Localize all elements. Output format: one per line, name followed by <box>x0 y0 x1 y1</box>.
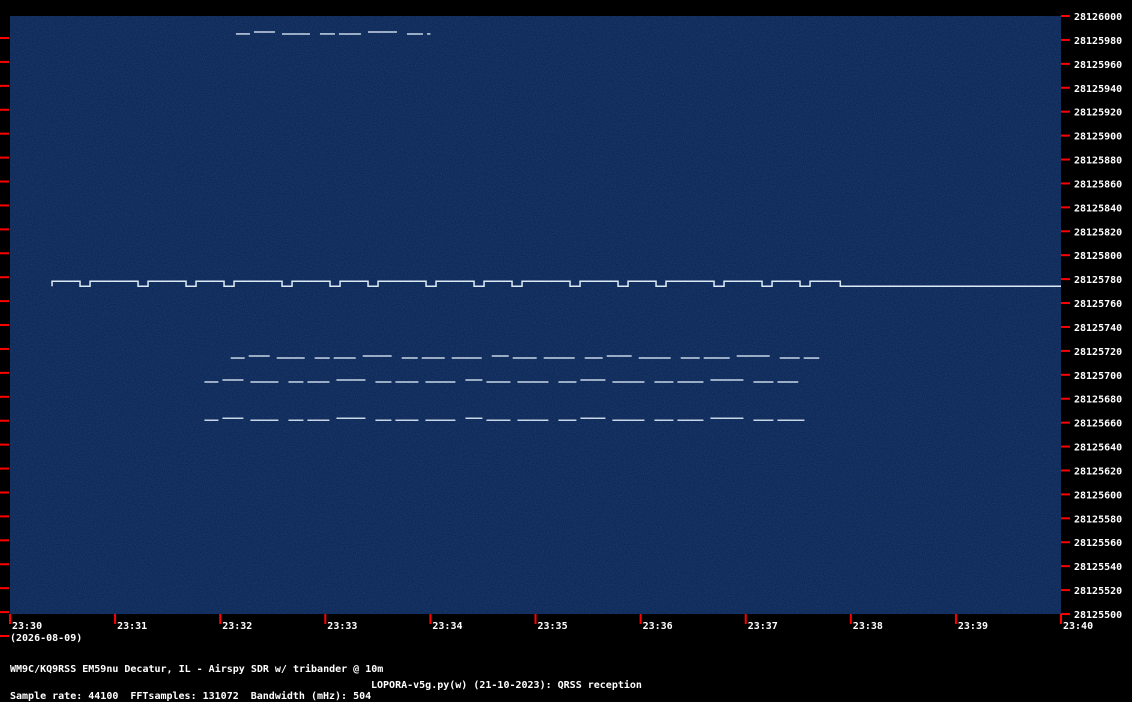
y-tick-label: 28125780 <box>1074 275 1122 286</box>
x-tick-label: 23:37 <box>748 621 778 632</box>
x-tick-label: 23:40 <box>1063 621 1093 632</box>
spectrogram-noise <box>10 16 1061 614</box>
acquisition-info: Sample rate: 44100 FFTsamples: 131072 Band… <box>10 680 383 702</box>
y-tick-label: 28125720 <box>1074 347 1122 358</box>
y-tick-label: 28125860 <box>1074 179 1122 190</box>
x-tick-label: 23:33 <box>327 621 357 632</box>
y-tick-label: 28125700 <box>1074 371 1122 382</box>
y-tick-label: 28125600 <box>1074 490 1122 501</box>
x-tick-label: 23:30 <box>12 621 42 632</box>
y-tick-label: 28125800 <box>1074 251 1122 262</box>
y-tick-label: 28126000 <box>1074 12 1122 23</box>
y-tick-label: 28125820 <box>1074 227 1122 238</box>
y-tick-label: 28125740 <box>1074 323 1122 334</box>
y-tick-label: 28125980 <box>1074 36 1122 47</box>
y-tick-label: 28125940 <box>1074 84 1122 95</box>
y-tick-label: 28125500 <box>1074 610 1122 621</box>
y-tick-label: 28125540 <box>1074 562 1122 573</box>
y-tick-label: 28125840 <box>1074 203 1122 214</box>
y-tick-label: 28125580 <box>1074 514 1122 525</box>
y-tick-label: 28125560 <box>1074 538 1122 549</box>
date-label: (2026-08-09) <box>10 633 82 644</box>
x-tick-label: 23:32 <box>222 621 252 632</box>
x-tick-label: 23:38 <box>853 621 883 632</box>
y-tick-label: 28125520 <box>1074 586 1122 597</box>
x-tick-label: 23:35 <box>538 621 568 632</box>
y-tick-label: 28125680 <box>1074 395 1122 406</box>
y-tick-label: 28125920 <box>1074 108 1122 119</box>
x-axis: 23:30 23:31 23:32 23:33 23:34 23:35 23:36 23:37… <box>9 614 1093 632</box>
y-tick-label: 28125880 <box>1074 156 1122 167</box>
x-tick-label: 23:36 <box>643 621 673 632</box>
x-tick-label: 23:31 <box>117 621 147 632</box>
spectrogram-chart: 28126000 28125980 28125960 28125940 28125920… <box>0 12 1122 644</box>
y-tick-label: 28125620 <box>1074 466 1122 477</box>
software-info: LOPORA-v5g.py(w) (21-10-2023): QRSS rece… <box>371 680 642 691</box>
y-tick-label: 28125960 <box>1074 60 1122 71</box>
x-tick-label: 23:34 <box>432 621 462 632</box>
x-tick-label: 23:39 <box>958 621 988 632</box>
y-tick-label: 28125900 <box>1074 132 1122 143</box>
y-tick-label: 28125640 <box>1074 443 1122 454</box>
y-tick-label: 28125760 <box>1074 299 1122 310</box>
y-tick-label: 28125660 <box>1074 419 1122 430</box>
station-info: WM9C/KQ9RSS EM59nu Decatur, IL - Airspy … <box>10 664 384 675</box>
